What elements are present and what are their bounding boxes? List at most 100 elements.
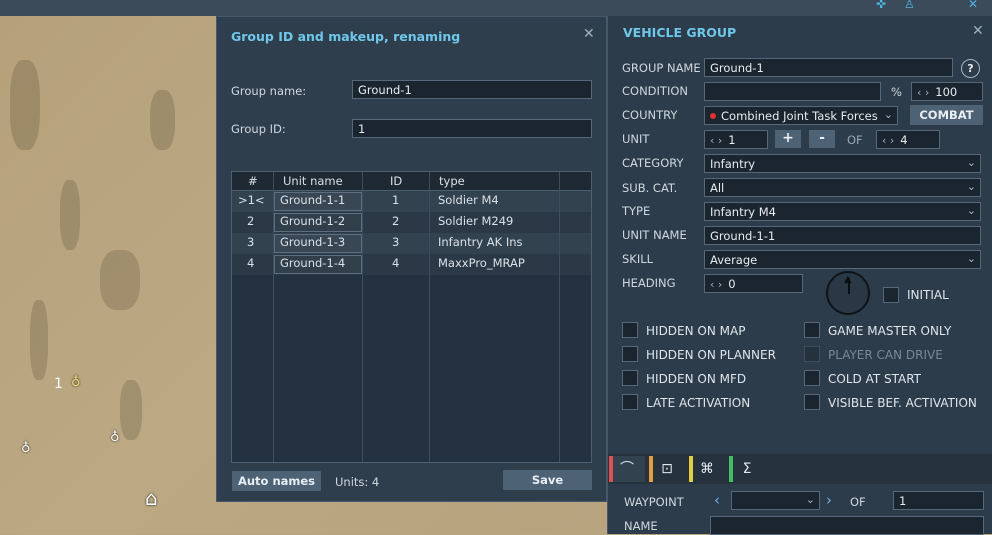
game-master-only-label: GAME MASTER ONLY — [828, 324, 952, 338]
cold-at-start-checkbox[interactable] — [804, 370, 820, 386]
country-dropdown[interactable]: Combined Joint Task Forces ⌄ — [704, 106, 898, 125]
table-row[interactable]: 3 Ground-1-3 3 Infantry AK Ins — [232, 233, 591, 254]
table-row[interactable]: 4 Ground-1-4 4 MaxxPro_MRAP — [232, 254, 591, 275]
game-master-only-checkbox[interactable] — [804, 322, 820, 338]
type-value: Infantry M4 — [710, 205, 777, 219]
chevron-left-icon[interactable]: ‹ — [714, 491, 720, 509]
type-dropdown[interactable]: Infantry M4 ⌄ — [704, 202, 981, 221]
hidden-on-mfd-checkbox[interactable] — [622, 370, 638, 386]
cell-num: 2 — [247, 214, 255, 228]
hidden-on-planner-checkbox[interactable] — [622, 346, 638, 362]
skill-value: Average — [710, 253, 758, 267]
hidden-on-map-checkbox[interactable] — [622, 322, 638, 338]
hidden-on-planner-label: HIDDEN ON PLANNER — [646, 348, 776, 362]
close-icon[interactable]: ✕ — [972, 23, 984, 39]
terrain-shadow — [150, 90, 175, 150]
skill-dropdown[interactable]: Average ⌄ — [704, 250, 981, 269]
waypoint-name-input[interactable] — [710, 516, 984, 535]
chevron-down-icon: ⌄ — [805, 493, 815, 506]
waypoint-dropdown[interactable]: ⌄ — [731, 491, 820, 510]
column-divider — [273, 172, 274, 462]
remove-unit-button[interactable]: - — [809, 130, 835, 148]
tab-color-stripe — [609, 456, 613, 482]
stepper-arrows-icon[interactable]: ‹ › — [710, 278, 722, 291]
close-icon[interactable]: ✕ — [583, 26, 595, 42]
waypoint-total: 1 — [893, 491, 984, 510]
cell-unit-name[interactable]: Ground-1-1 — [280, 191, 345, 210]
combat-button[interactable]: COMBAT — [910, 105, 983, 125]
unit-number-label: 1 — [54, 376, 63, 392]
player-can-drive-label: PLAYER CAN DRIVE — [828, 348, 943, 362]
help-icon[interactable]: ? — [961, 59, 980, 78]
unit-marker-icon[interactable]: ♁ — [71, 375, 81, 390]
group-name-input[interactable]: Ground-1 — [352, 80, 592, 99]
visible-before-activation-label: VISIBLE BEF. ACTIVATION — [828, 396, 977, 410]
cell-id: 2 — [392, 214, 400, 228]
toolbar-tool-icon[interactable]: ✜ — [876, 0, 886, 11]
tab-color-stripe — [729, 456, 733, 482]
country-label: COUNTRY — [622, 108, 678, 122]
terrain-shadow — [120, 380, 142, 440]
auto-names-button[interactable]: Auto names — [232, 471, 321, 491]
condition-percent-value: 100 — [935, 85, 958, 99]
stepper-arrows-icon[interactable]: ‹ › — [710, 134, 722, 147]
heading-stepper[interactable]: ‹ › 0 — [704, 274, 803, 293]
cell-unit-name[interactable]: Ground-1-2 — [280, 212, 345, 231]
type-label: TYPE — [622, 204, 651, 218]
toolbar-close-icon[interactable]: ✕ — [968, 0, 978, 11]
condition-input[interactable] — [704, 82, 881, 101]
table-row[interactable]: >1< Ground-1-1 1 Soldier M4 — [232, 191, 591, 212]
tab-summary[interactable]: Σ — [729, 456, 765, 482]
late-activation-checkbox[interactable] — [622, 394, 638, 410]
cell-num: 3 — [247, 235, 255, 249]
stepper-arrows-icon[interactable]: ‹ › — [917, 86, 929, 99]
initial-checkbox[interactable] — [883, 287, 899, 303]
group-name-label: Group name: — [231, 84, 307, 98]
vehicle-marker-icon[interactable]: ⌂ — [145, 486, 158, 510]
heading-compass[interactable]: ▲ — [826, 271, 870, 315]
unit-marker-icon[interactable]: ♁ — [110, 430, 120, 445]
unit-marker-icon[interactable]: ♁ — [21, 441, 31, 456]
tab-triggers[interactable]: ⌘ — [689, 456, 725, 482]
column-divider — [559, 172, 560, 462]
condition-percent-stepper[interactable]: ‹ › 100 — [911, 82, 983, 101]
subcat-label: SUB. CAT. — [622, 181, 678, 195]
percent-sign: % — [891, 85, 902, 99]
initial-label: INITIAL — [907, 288, 949, 302]
save-button[interactable]: Save — [503, 470, 592, 490]
chevron-down-icon: ⌄ — [966, 180, 976, 193]
cell-unit-name[interactable]: Ground-1-3 — [280, 233, 345, 252]
add-unit-button[interactable]: + — [775, 130, 801, 148]
subcat-dropdown[interactable]: All ⌄ — [704, 178, 981, 197]
unit-name-input[interactable]: Ground-1-1 — [704, 226, 981, 245]
map-top-toolbar — [0, 0, 992, 16]
cold-at-start-label: COLD AT START — [828, 372, 922, 386]
of-label: OF — [847, 133, 863, 147]
group-name-input[interactable]: Ground-1 — [704, 58, 953, 77]
cell-id: 1 — [392, 193, 400, 207]
terrain-shadow — [10, 60, 40, 150]
cell-id: 4 — [392, 256, 400, 270]
panel-title: VEHICLE GROUP — [623, 25, 737, 40]
chevron-right-icon[interactable]: › — [826, 491, 832, 509]
visible-before-activation-checkbox[interactable] — [804, 394, 820, 410]
column-divider — [362, 172, 363, 462]
stepper-arrows-icon[interactable]: ‹ › — [882, 134, 894, 147]
tab-route[interactable]: ⌒ — [609, 456, 645, 482]
terrain-shadow — [30, 300, 48, 380]
group-id-input[interactable]: 1 — [352, 119, 592, 138]
table-row[interactable]: 2 Ground-1-2 2 Soldier M249 — [232, 212, 591, 233]
unit-stepper[interactable]: ‹ › 1 — [704, 130, 768, 149]
category-dropdown[interactable]: Infantry ⌄ — [704, 154, 981, 173]
cell-unit-name[interactable]: Ground-1-4 — [280, 254, 345, 273]
cell-type: Soldier M4 — [438, 193, 499, 207]
group-id-label: Group ID: — [231, 122, 286, 136]
dialog-title: Group ID and makeup, renaming — [231, 29, 461, 44]
cell-type: Infantry AK Ins — [438, 235, 523, 249]
unit-total-stepper[interactable]: ‹ › 4 — [876, 130, 940, 149]
toolbar-person-icon[interactable]: ♙ — [904, 0, 915, 11]
unit-name-label: UNIT NAME — [622, 228, 687, 242]
tab-target[interactable]: ⊡ — [649, 456, 685, 482]
unit-label: UNIT — [622, 132, 650, 146]
name-label: NAME — [624, 519, 658, 533]
